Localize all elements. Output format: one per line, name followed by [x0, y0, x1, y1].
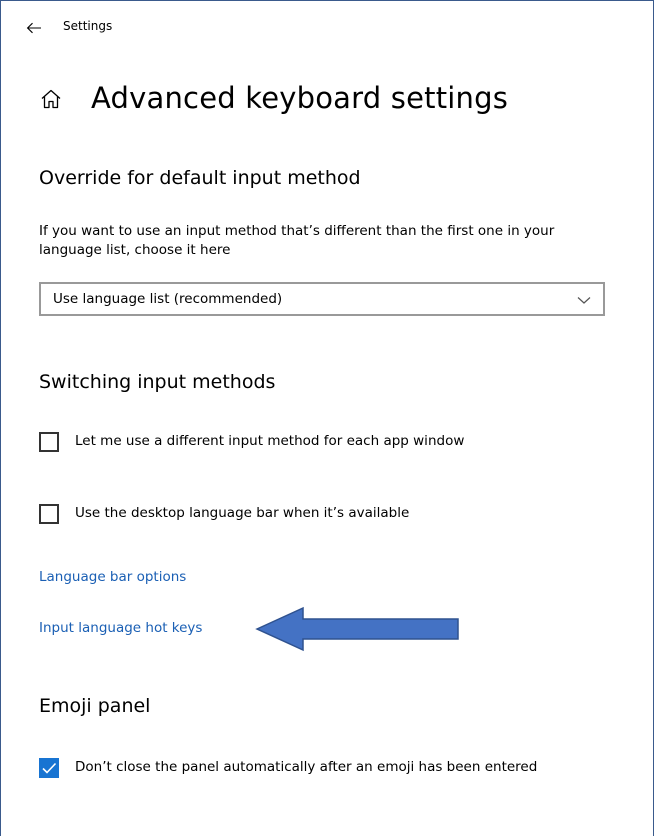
- desktop-language-bar-checkbox[interactable]: [39, 504, 59, 524]
- input-language-hot-keys-link[interactable]: Input language hot keys: [39, 620, 202, 636]
- emoji-section-heading: Emoji panel: [39, 695, 151, 717]
- window-title: Settings: [63, 19, 113, 33]
- per-app-input-checkbox[interactable]: [39, 432, 59, 452]
- dropdown-selected-value: Use language list (recommended): [53, 291, 283, 307]
- override-section-heading: Override for default input method: [39, 167, 361, 189]
- left-arrow-annotation-icon: [255, 606, 459, 652]
- override-description: If you want to use an input method that’…: [39, 223, 555, 258]
- input-method-dropdown[interactable]: Use language list (recommended): [39, 282, 605, 316]
- back-arrow-icon: [26, 22, 41, 34]
- switching-section-heading: Switching input methods: [39, 371, 276, 393]
- chevron-down-icon: [577, 297, 591, 304]
- per-app-input-label: Let me use a different input method for …: [75, 433, 465, 449]
- home-icon[interactable]: [39, 87, 63, 111]
- back-button[interactable]: [21, 15, 47, 41]
- desktop-language-bar-label: Use the desktop language bar when it’s a…: [75, 505, 410, 521]
- language-bar-options-link[interactable]: Language bar options: [39, 569, 186, 585]
- title-bar: Settings: [1, 1, 653, 53]
- emoji-panel-label: Don’t close the panel automatically afte…: [75, 759, 538, 775]
- page-title: Advanced keyboard settings: [91, 81, 509, 115]
- checkmark-icon: [42, 762, 57, 774]
- settings-window: Settings Advanced keyboard settings Over…: [0, 0, 654, 836]
- emoji-panel-checkbox[interactable]: [39, 758, 59, 778]
